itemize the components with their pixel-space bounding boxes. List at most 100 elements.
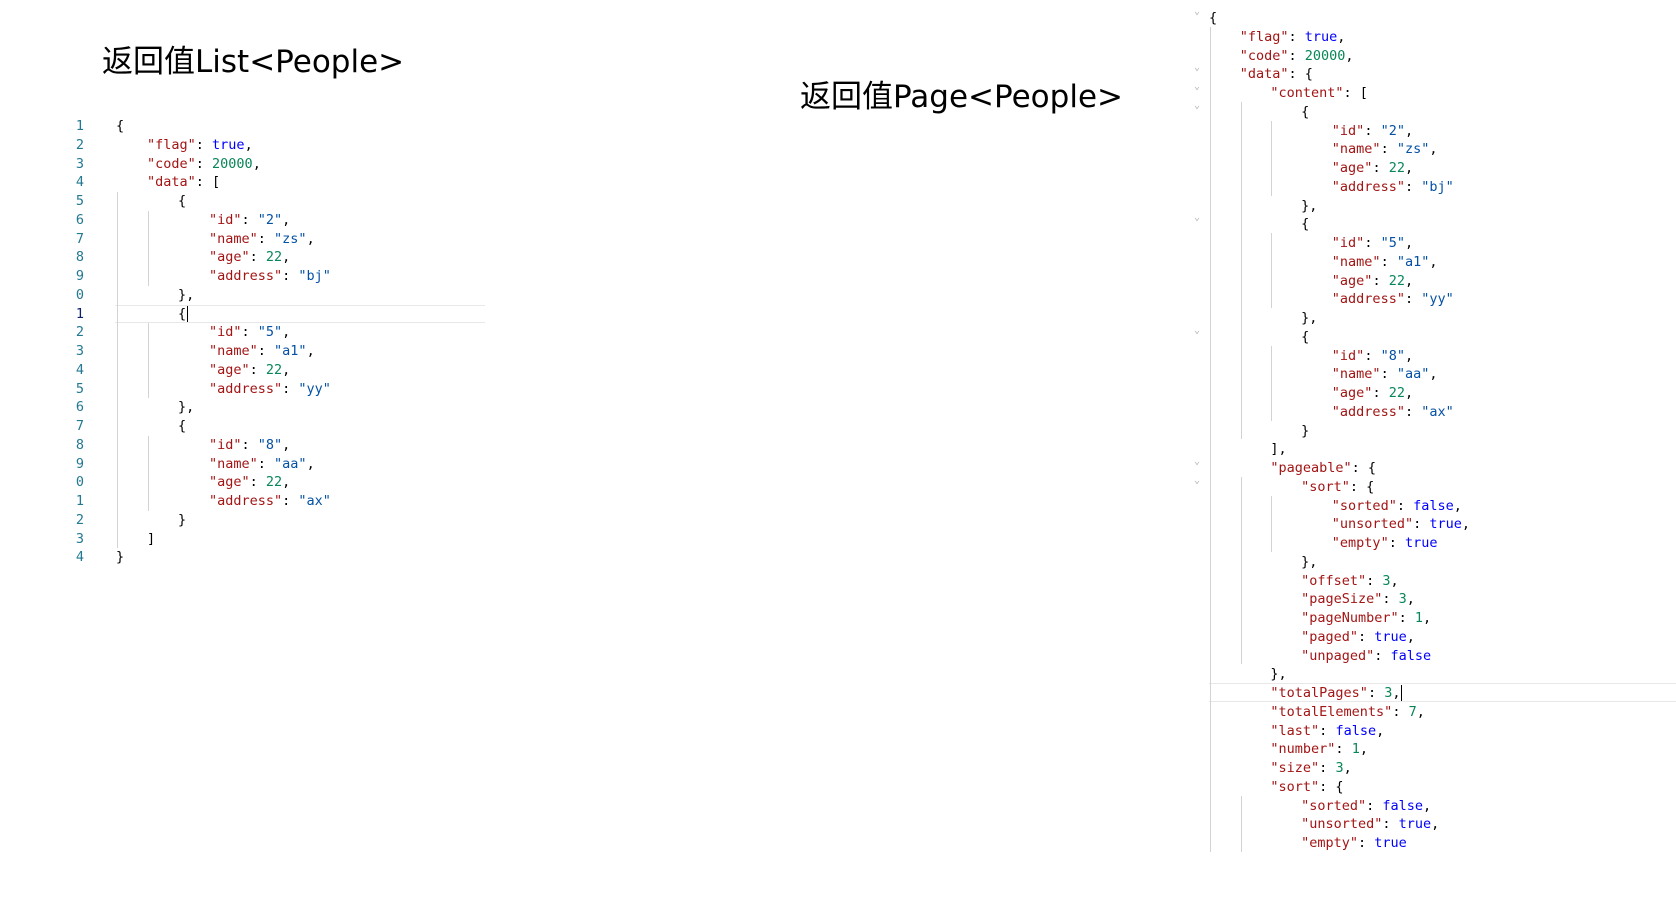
code-line[interactable]: "unsorted": true,: [1301, 814, 1439, 834]
code-line[interactable]: "totalElements": 7,: [1270, 702, 1424, 722]
code-line[interactable]: "name": "zs",: [1332, 139, 1438, 159]
code-line[interactable]: },: [178, 285, 194, 305]
code-line[interactable]: {: [1301, 102, 1309, 122]
code-line[interactable]: {: [1209, 8, 1217, 28]
code-line[interactable]: "address": "bj": [1332, 177, 1454, 197]
json-punctuation: :: [1366, 572, 1383, 589]
json-number: 22: [265, 361, 283, 378]
fold-chevron-icon[interactable]: ⌄: [1191, 77, 1203, 97]
code-line[interactable]: "code": 20000,: [1240, 46, 1354, 66]
code-line[interactable]: {: [178, 304, 189, 324]
code-line[interactable]: "sorted": false,: [1332, 496, 1462, 516]
code-line[interactable]: "sorted": false,: [1301, 796, 1431, 816]
json-punctuation: ,: [306, 343, 315, 359]
json-string: "zs": [1396, 141, 1430, 158]
code-line[interactable]: "paged": true,: [1301, 627, 1415, 647]
code-line[interactable]: {: [178, 416, 186, 436]
code-line[interactable]: }: [1301, 421, 1309, 441]
code-line[interactable]: "address": "ax": [1332, 402, 1454, 422]
code-line[interactable]: "id": "8",: [209, 435, 290, 455]
code-line[interactable]: "last": false,: [1270, 721, 1384, 741]
fold-chevron-icon[interactable]: ⌄: [1191, 471, 1203, 491]
fold-chevron-icon[interactable]: ⌄: [1191, 321, 1203, 341]
code-line[interactable]: },: [1270, 664, 1286, 684]
json-number: 20000: [1304, 47, 1346, 64]
fold-chevron-icon[interactable]: ⌄: [1191, 2, 1203, 22]
json-punctuation: :: [241, 324, 258, 341]
json-punctuation: },: [1301, 197, 1318, 214]
code-line[interactable]: "name": "aa",: [1332, 364, 1438, 384]
code-line[interactable]: "id": "2",: [1332, 121, 1413, 141]
code-line[interactable]: "sort": {: [1301, 477, 1374, 497]
fold-chevron-icon[interactable]: ⌄: [1191, 452, 1203, 472]
code-line[interactable]: "id": "5",: [209, 322, 290, 342]
code-line[interactable]: "unpaged": false: [1301, 646, 1431, 666]
code-line[interactable]: "offset": 3,: [1301, 571, 1399, 591]
code-line[interactable]: "data": {: [1240, 64, 1313, 84]
code-line[interactable]: "flag": true,: [1240, 27, 1346, 47]
json-punctuation: ,: [282, 474, 291, 491]
code-line[interactable]: "unsorted": true,: [1332, 514, 1470, 534]
code-line[interactable]: "id": "5",: [1332, 233, 1413, 253]
code-line[interactable]: "address": "ax": [209, 491, 331, 511]
code-line[interactable]: "id": "8",: [1332, 346, 1413, 366]
code-line[interactable]: "age": 22,: [209, 360, 290, 380]
json-number: 3: [1382, 572, 1391, 589]
json-punctuation: ,: [282, 249, 291, 266]
code-line[interactable]: "name": "zs",: [209, 229, 315, 249]
code-line[interactable]: ],: [1270, 439, 1286, 459]
code-line[interactable]: "content": [: [1270, 83, 1368, 103]
code-line[interactable]: "empty": true: [1301, 833, 1407, 853]
code-line[interactable]: ]: [147, 529, 155, 549]
json-punctuation: :: [1288, 28, 1305, 45]
code-line[interactable]: {: [116, 116, 124, 136]
code-line[interactable]: },: [178, 397, 194, 417]
fold-chevron-icon[interactable]: ⌄: [1191, 58, 1203, 78]
code-line[interactable]: {: [1301, 327, 1309, 347]
page-json-editor[interactable]: ⌄ { "flag": true, "code": 20000, ⌄ "data": { ⌄…: [1188, 6, 1676, 916]
code-line[interactable]: {: [1301, 214, 1309, 234]
code-line[interactable]: "empty": true: [1332, 533, 1438, 553]
code-line[interactable]: "sort": {: [1270, 777, 1343, 797]
indent-guide: [1240, 101, 1242, 440]
code-line[interactable]: "age": 22,: [1332, 271, 1413, 291]
code-line[interactable]: "id": "2",: [209, 210, 290, 230]
fold-chevron-icon[interactable]: ⌄: [1191, 208, 1203, 228]
list-json-editor[interactable]: 1 {2 "flag": true, 3 "code": 20000, 4 "data": …: [60, 117, 500, 577]
code-line[interactable]: "age": 22,: [209, 247, 290, 267]
code-line[interactable]: "totalPages": 3,: [1270, 683, 1403, 703]
code-line[interactable]: "address": "bj": [209, 266, 331, 286]
code-line[interactable]: "data": [: [147, 172, 220, 192]
code-line[interactable]: "pageNumber": 1,: [1301, 608, 1431, 628]
json-punctuation: :: [241, 436, 258, 453]
code-line[interactable]: "code": 20000,: [147, 154, 261, 174]
code-line[interactable]: "pageable": {: [1270, 458, 1376, 478]
code-line[interactable]: }: [116, 547, 124, 567]
indent-guide: [1271, 495, 1273, 552]
code-line[interactable]: "flag": true,: [147, 135, 253, 155]
json-key: "number": [1270, 741, 1336, 758]
fold-chevron-icon[interactable]: ⌄: [1191, 96, 1203, 116]
json-boolean: true: [212, 136, 245, 153]
code-line[interactable]: },: [1301, 196, 1317, 216]
code-line[interactable]: },: [1301, 552, 1317, 572]
code-line[interactable]: "pageSize": 3,: [1301, 589, 1415, 609]
json-punctuation: ,: [1429, 366, 1438, 383]
code-line[interactable]: "address": "yy": [1332, 289, 1454, 309]
json-punctuation: ,: [282, 361, 291, 378]
code-line[interactable]: "age": 22,: [1332, 383, 1413, 403]
code-line[interactable]: "age": 22,: [1332, 158, 1413, 178]
code-line[interactable]: }: [178, 510, 186, 530]
code-line[interactable]: "address": "yy": [209, 379, 331, 399]
code-line[interactable]: "number": 1,: [1270, 739, 1368, 759]
code-line[interactable]: "name": "aa",: [209, 454, 315, 474]
json-punctuation: ,: [1453, 497, 1462, 514]
code-line[interactable]: {: [178, 191, 186, 211]
code-line[interactable]: "size": 3,: [1270, 758, 1351, 778]
line-number: 2: [75, 324, 84, 341]
code-line[interactable]: "name": "a1",: [209, 341, 315, 361]
code-line[interactable]: "age": 22,: [209, 472, 290, 492]
json-punctuation: :: [1335, 741, 1352, 758]
code-line[interactable]: },: [1301, 308, 1317, 328]
code-line[interactable]: "name": "a1",: [1332, 252, 1438, 272]
